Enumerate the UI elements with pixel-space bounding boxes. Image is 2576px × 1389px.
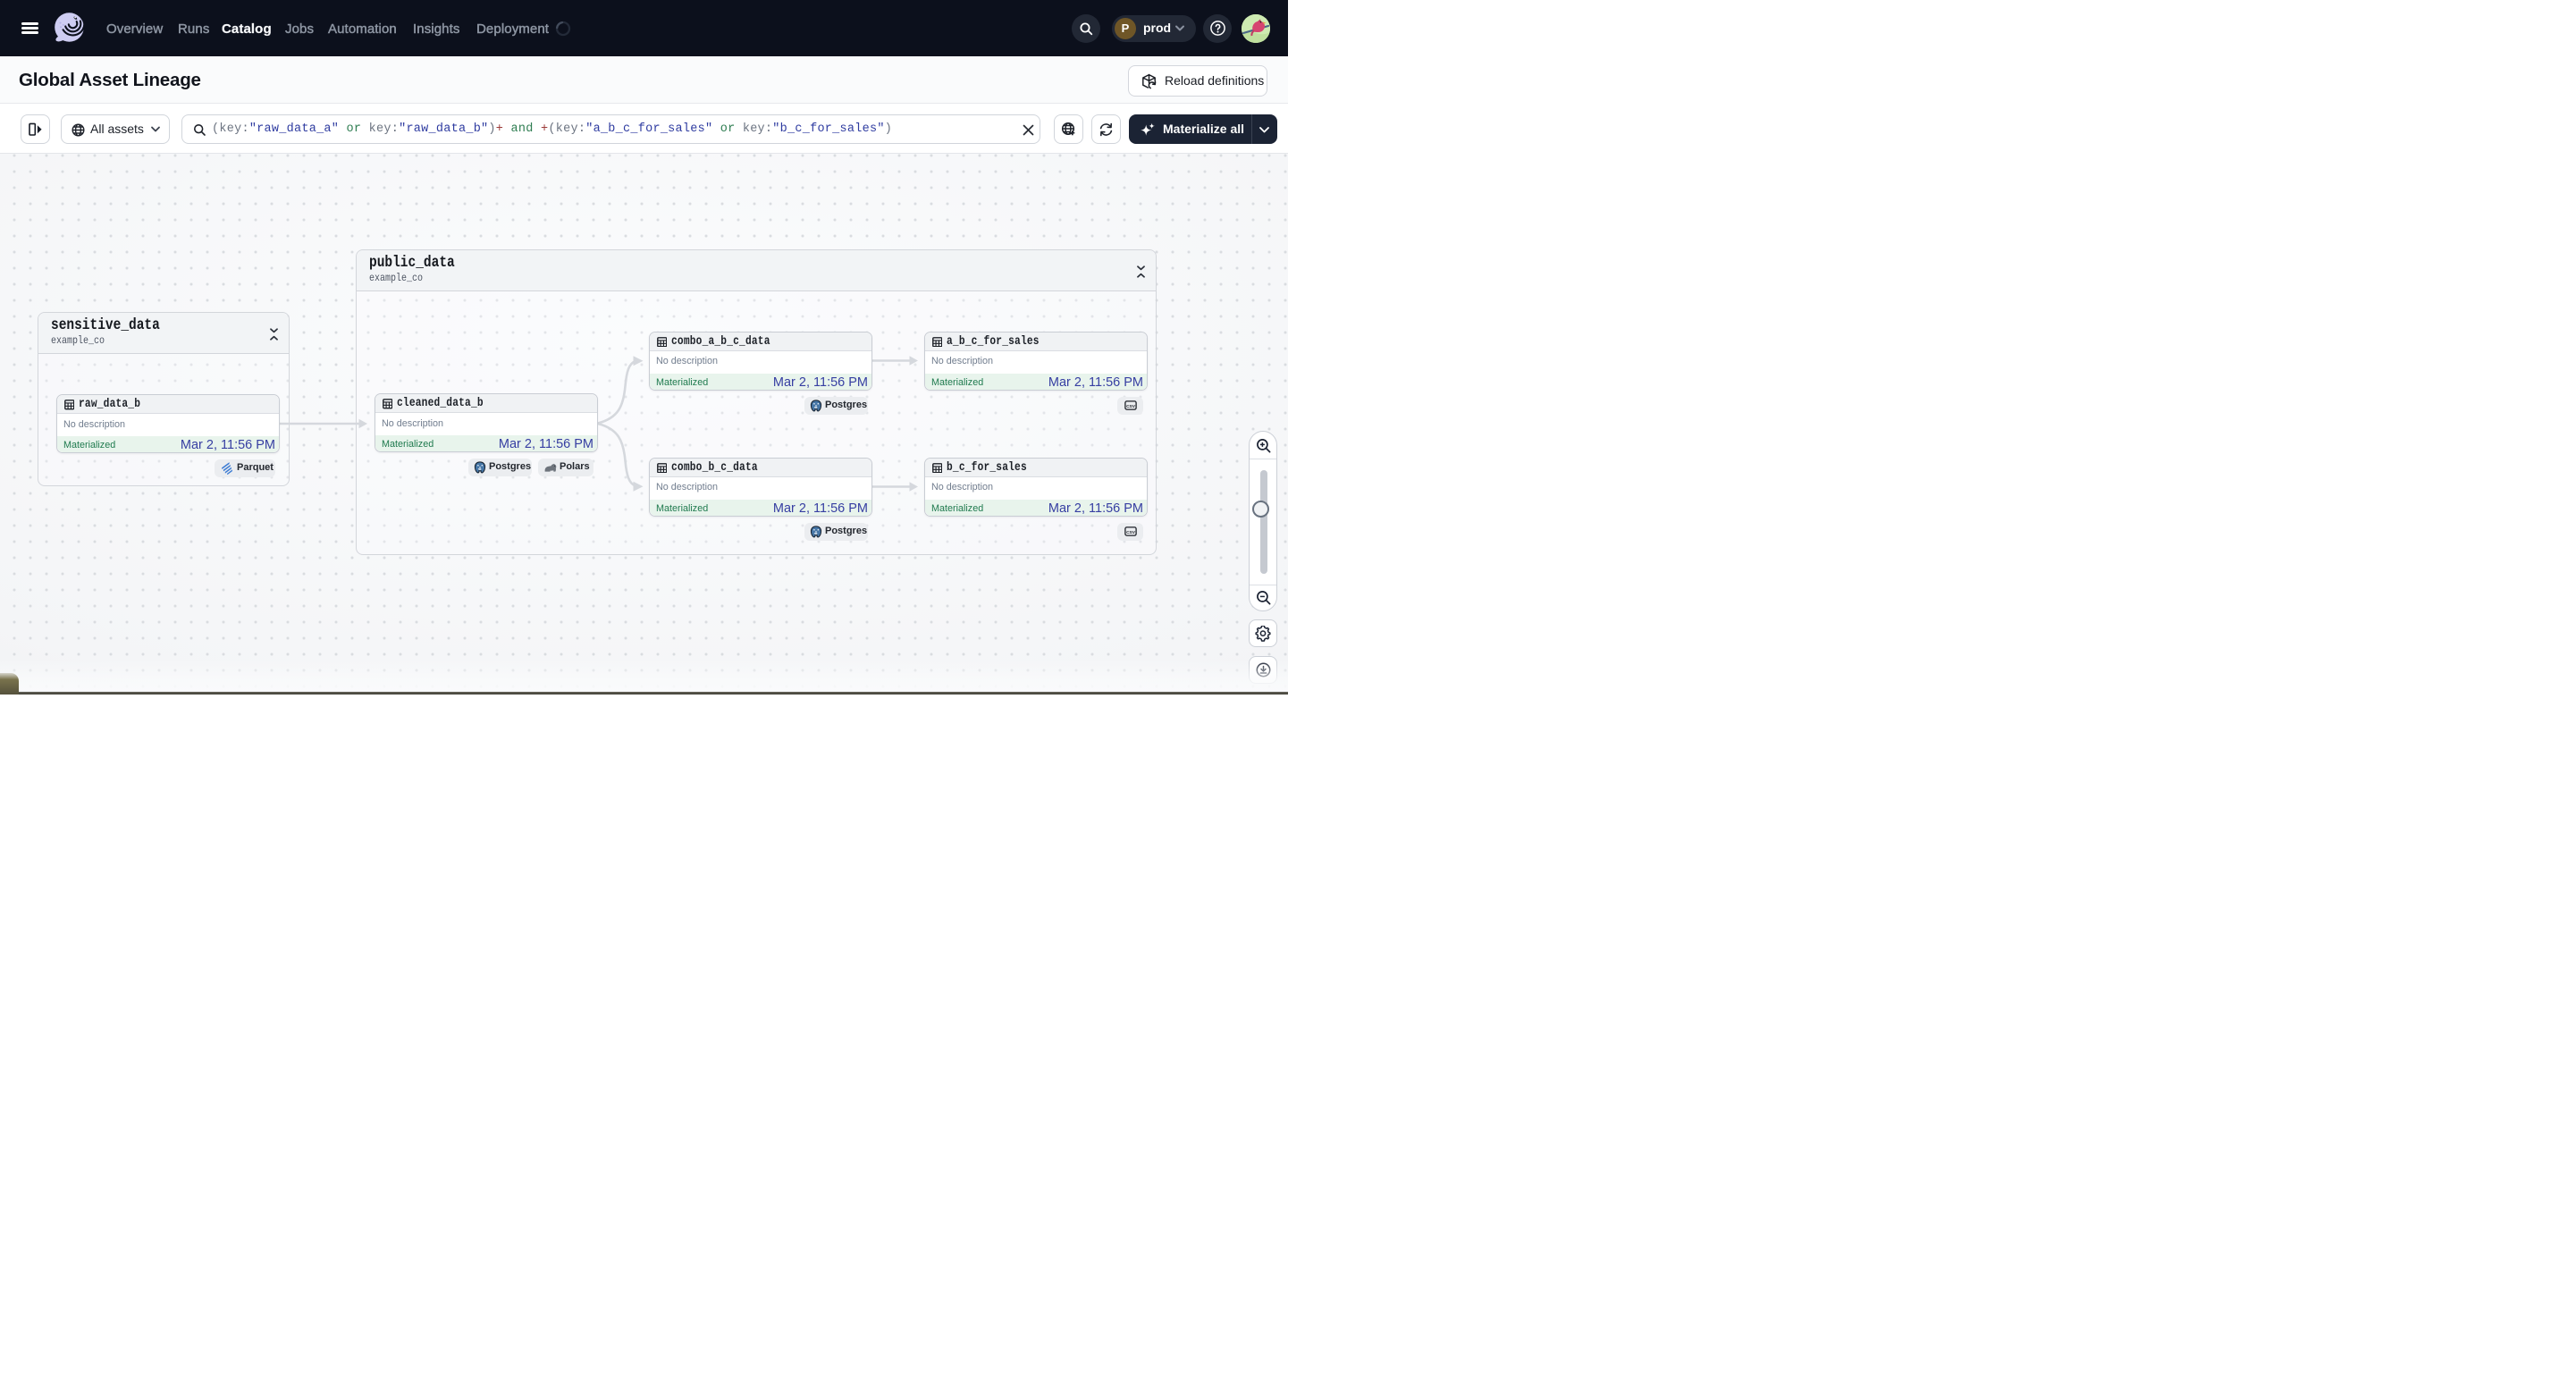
svg-text:CSV: CSV <box>1126 530 1136 535</box>
svg-text:CSV: CSV <box>1126 404 1136 409</box>
